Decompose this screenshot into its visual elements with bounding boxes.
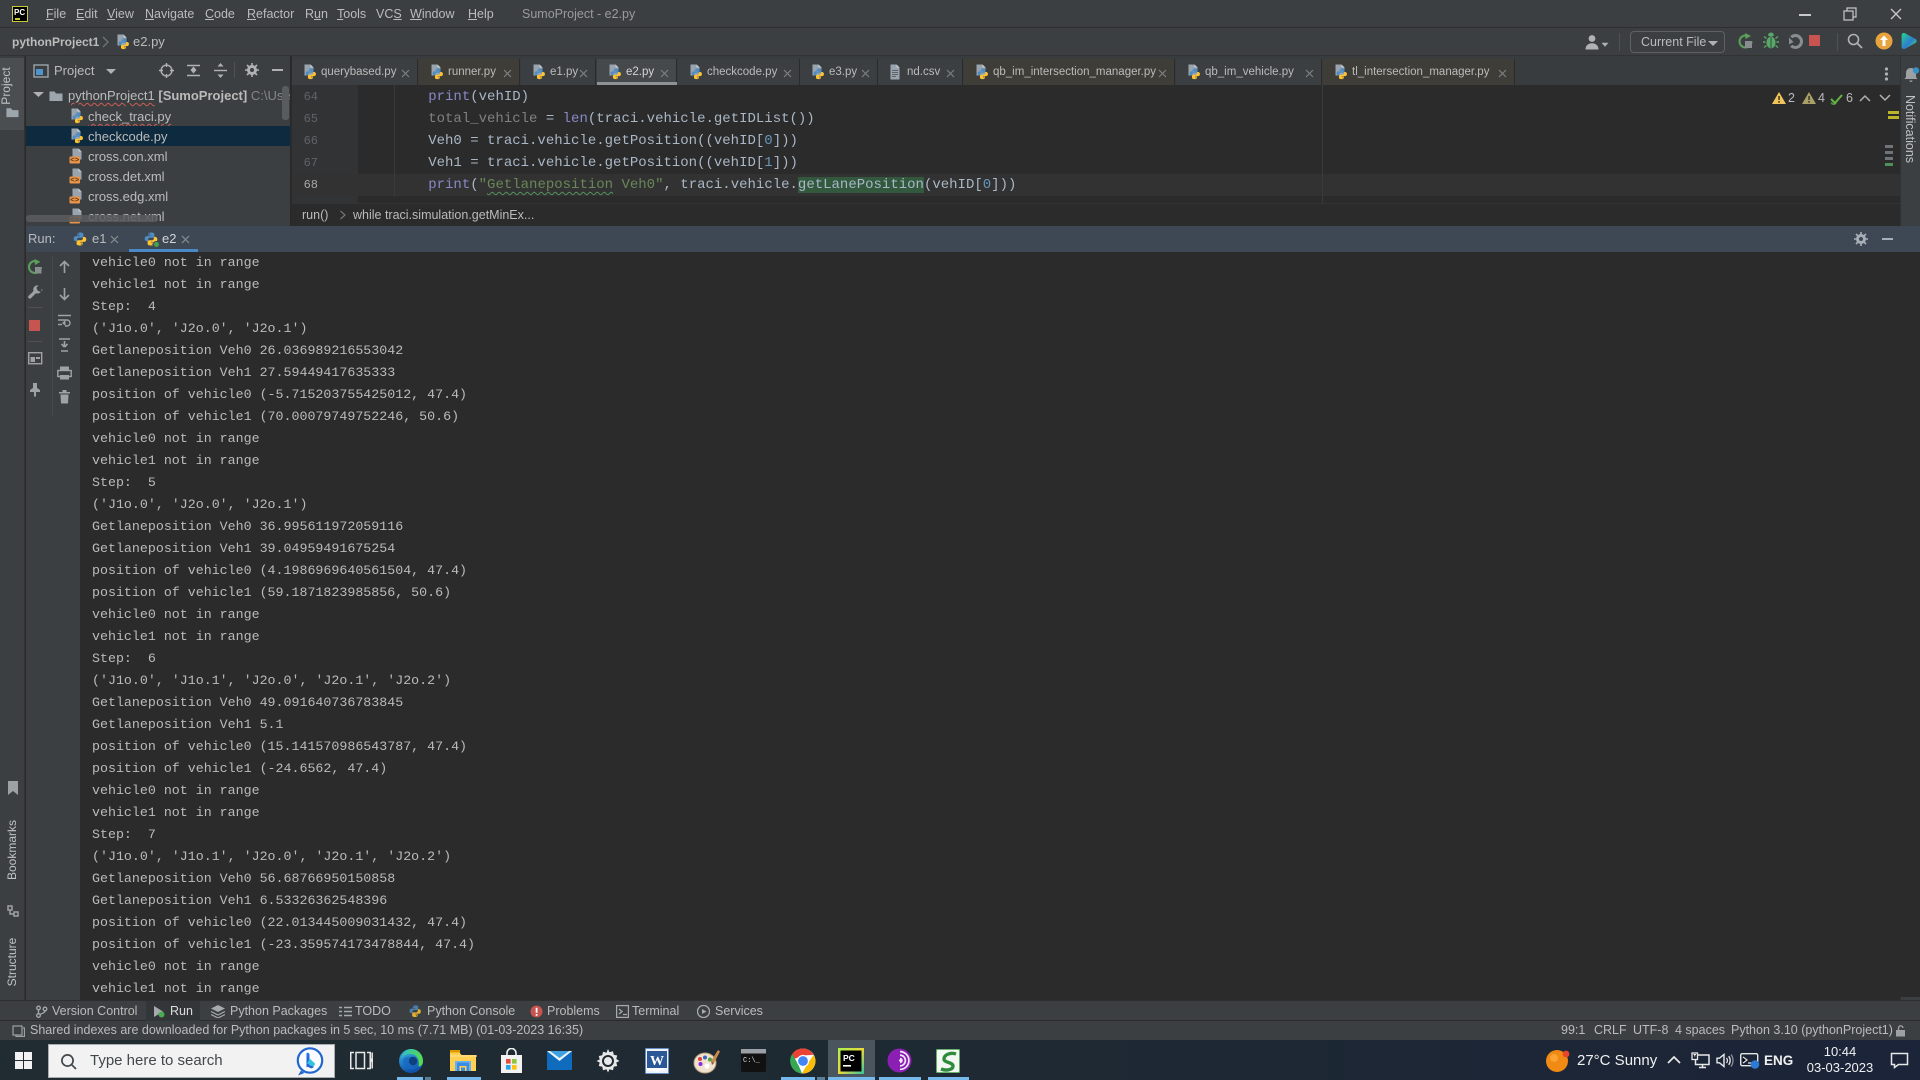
svg-text:W: W [650,1054,664,1069]
svg-text:PC: PC [843,1053,855,1063]
svg-text:C:\_: C:\_ [743,1057,761,1065]
